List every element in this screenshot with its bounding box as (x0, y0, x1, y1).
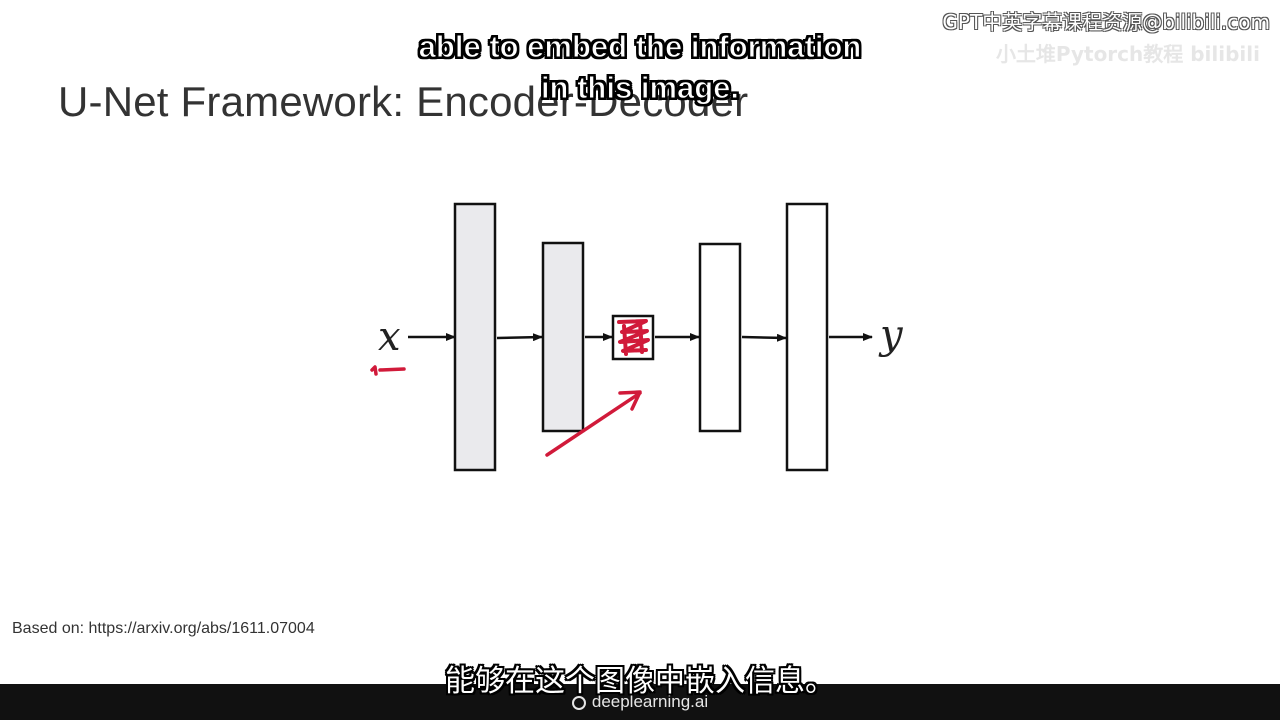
arrow-1-2 (496, 333, 543, 342)
video-frame: U-Net Framework: Encoder-Decoder x y Bas… (0, 0, 1280, 720)
unet-diagram: x y (370, 202, 904, 472)
input-label: x (378, 314, 401, 360)
annotation-underline-x (370, 365, 406, 376)
source-reference: Based on: https://arxiv.org/abs/1611.070… (12, 620, 315, 637)
decoder-layer-1 (698, 242, 742, 433)
encoder-layer-1 (453, 202, 497, 472)
handwritten-annotations (370, 319, 650, 457)
watermark: GPT中英字幕课程资源@bilibili.com (942, 10, 1270, 34)
english-subtitle-line-2: in this image. (540, 70, 740, 106)
watermark-ghost: 小土堆Pytorch教程 bilibili (995, 42, 1260, 66)
decoder-layer-2 (785, 202, 829, 472)
encoder-layer-2 (541, 241, 585, 433)
arrow-4-5 (741, 333, 787, 342)
output-label: y (878, 312, 904, 358)
chinese-subtitle: 能够在这个图像中嵌入信息。 (445, 664, 835, 699)
